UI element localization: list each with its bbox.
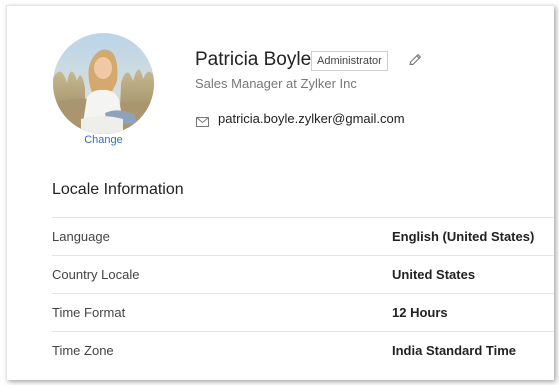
locale-row-time-format: Time Format 12 Hours (52, 293, 554, 331)
email-address: patricia.boyle.zylker@gmail.com (218, 111, 405, 126)
locale-label: Country Locale (52, 267, 140, 282)
locale-value: English (United States) (392, 229, 535, 244)
locale-table: Language English (United States) Country… (52, 217, 554, 369)
locale-row-language: Language English (United States) (52, 217, 554, 255)
user-photo (53, 33, 154, 134)
job-title: Sales Manager at Zylker Inc (195, 76, 357, 91)
profile-name: Patricia Boyle (195, 49, 312, 70)
locale-value: 12 Hours (392, 305, 448, 320)
locale-section-title: Locale Information (52, 181, 184, 198)
locale-label: Language (52, 229, 110, 244)
change-photo-link[interactable]: Change (53, 134, 154, 146)
locale-value: United States (392, 267, 476, 282)
locale-row-time-zone: Time Zone India Standard Time (52, 331, 554, 369)
envelope-icon (196, 114, 209, 127)
locale-value: India Standard Time (392, 343, 517, 358)
locale-label: Time Zone (52, 343, 114, 358)
locale-row-country: Country Locale United States (52, 255, 554, 293)
avatar (53, 33, 154, 134)
pencil-icon[interactable] (407, 52, 423, 68)
locale-label: Time Format (52, 305, 126, 320)
profile-card: Change Patricia Boyle Administrator Sale… (6, 5, 554, 380)
role-badge: Administrator (311, 51, 388, 71)
